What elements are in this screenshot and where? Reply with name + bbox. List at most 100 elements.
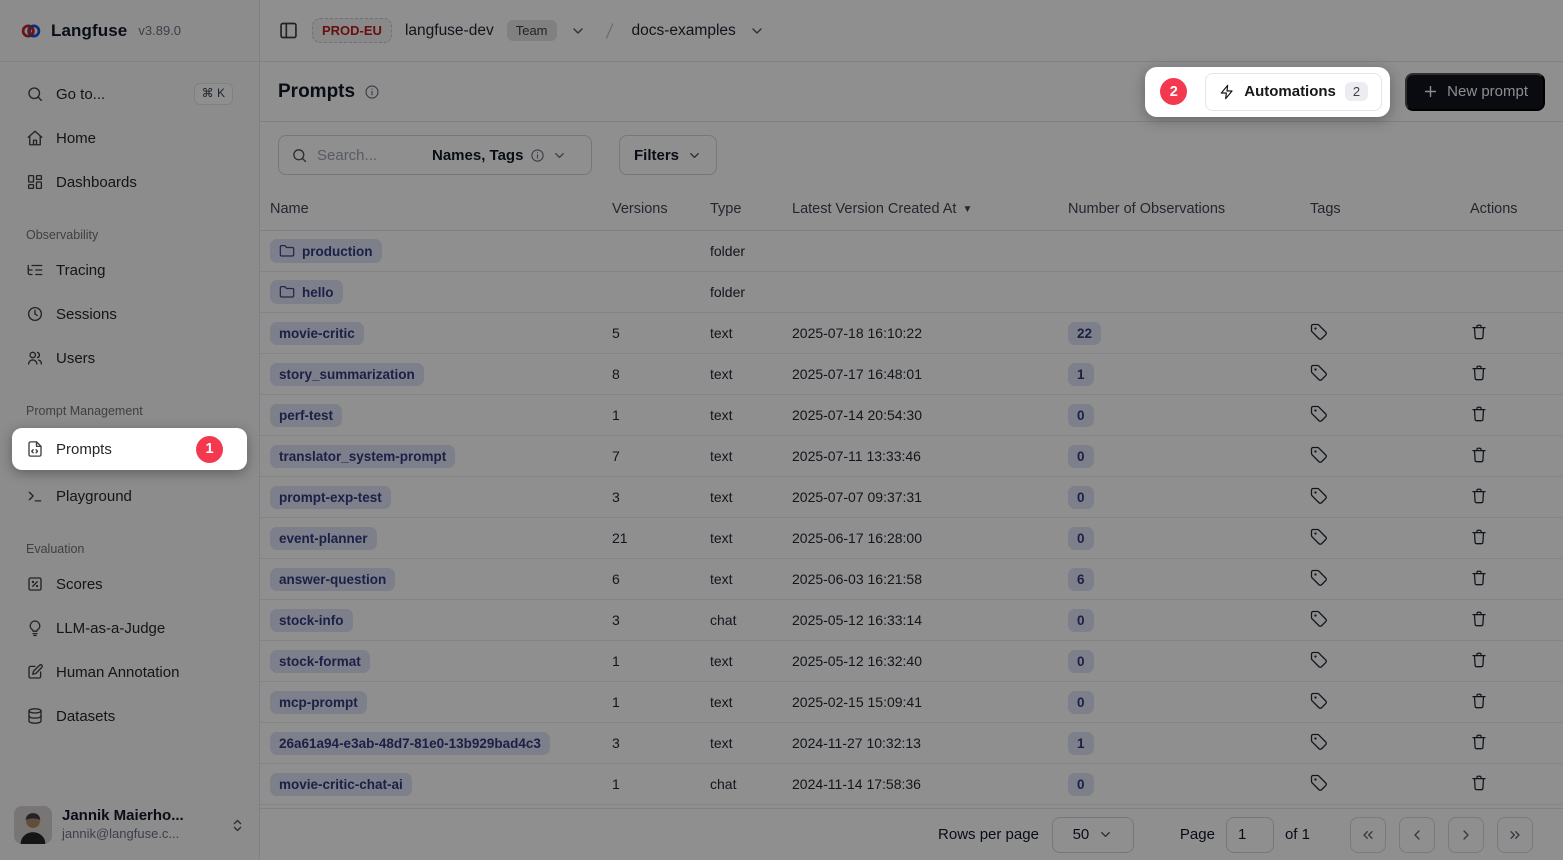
prompt-name-chip[interactable]: movie-critic xyxy=(270,322,364,345)
sidebar-item-users[interactable]: Users xyxy=(16,340,243,376)
trash-icon[interactable] xyxy=(1470,610,1488,628)
table-row[interactable]: movie-critic5text2025-07-18 16:10:2222 xyxy=(260,313,1563,354)
sidebar-item-goto[interactable]: Go to... ⌘ K xyxy=(16,76,243,112)
sidebar-item-sessions[interactable]: Sessions xyxy=(16,296,243,332)
sidebar-item-tracing[interactable]: Tracing xyxy=(16,252,243,288)
prompt-name: mcp-prompt xyxy=(279,695,358,710)
trash-icon[interactable] xyxy=(1470,528,1488,546)
tag-icon[interactable] xyxy=(1310,651,1328,669)
scope-info-icon xyxy=(530,148,545,163)
tag-icon[interactable] xyxy=(1310,692,1328,710)
table-row[interactable]: answer-question6text2025-06-03 16:21:586 xyxy=(260,559,1563,600)
folder-icon xyxy=(279,284,295,300)
prompt-name: story_summarization xyxy=(279,367,415,382)
tag-icon[interactable] xyxy=(1310,405,1328,423)
type-cell: text xyxy=(710,571,792,587)
prompt-name-chip[interactable]: story_summarization xyxy=(270,363,424,386)
search-icon xyxy=(291,147,308,164)
column-header-latest-version[interactable]: Latest Version Created At▼ xyxy=(792,201,1068,217)
trash-icon[interactable] xyxy=(1470,446,1488,464)
goto-label: Go to... xyxy=(56,86,105,103)
table-row[interactable]: event-planner21text2025-06-17 16:28:000 xyxy=(260,518,1563,559)
prompt-name-chip[interactable]: stock-format xyxy=(270,650,370,673)
tag-icon[interactable] xyxy=(1310,733,1328,751)
trash-icon[interactable] xyxy=(1470,364,1488,382)
file-code-icon xyxy=(26,440,44,458)
tags-cell xyxy=(1310,692,1470,713)
next-page-button[interactable] xyxy=(1448,817,1484,853)
table-row[interactable]: translator_system-prompt7text2025-07-11 … xyxy=(260,436,1563,477)
column-header-actions: Actions xyxy=(1470,201,1553,217)
table-row[interactable]: stock-format1text2025-05-12 16:32:400 xyxy=(260,641,1563,682)
org-chevron-down-icon[interactable] xyxy=(570,23,586,39)
prompt-name-chip[interactable]: perf-test xyxy=(270,404,342,427)
filters-button[interactable]: Filters xyxy=(619,135,717,175)
table-row[interactable]: movie-critic-chat-ai1chat2024-11-14 17:5… xyxy=(260,764,1563,805)
table-row[interactable]: hellofolder xyxy=(260,272,1563,313)
sidebar-item-datasets[interactable]: Datasets xyxy=(16,698,243,734)
sidebar-item-human-annotation[interactable]: Human Annotation xyxy=(16,654,243,690)
rows-per-page-select[interactable]: 50 xyxy=(1052,817,1134,853)
tag-icon[interactable] xyxy=(1310,610,1328,628)
name-cell: answer-question xyxy=(270,568,612,591)
automations-button[interactable]: Automations 2 xyxy=(1205,73,1382,111)
table-row[interactable]: perf-test1text2025-07-14 20:54:300 xyxy=(260,395,1563,436)
project-name[interactable]: docs-examples xyxy=(632,22,736,40)
tag-icon[interactable] xyxy=(1310,487,1328,505)
tag-icon[interactable] xyxy=(1310,528,1328,546)
title-info-icon[interactable] xyxy=(364,84,380,100)
trash-icon[interactable] xyxy=(1470,651,1488,669)
tag-icon[interactable] xyxy=(1310,774,1328,792)
table-row[interactable]: 26a61a94-e3ab-48d7-81e0-13b929bad4c33tex… xyxy=(260,723,1563,764)
name-cell: event-planner xyxy=(270,527,612,550)
previous-page-button[interactable] xyxy=(1399,817,1435,853)
prompt-name-chip[interactable]: translator_system-prompt xyxy=(270,445,455,468)
table-row[interactable]: prompt-exp-test3text2025-07-07 09:37:310 xyxy=(260,477,1563,518)
search-scope-selector[interactable]: Names, Tags xyxy=(432,147,567,164)
tag-icon[interactable] xyxy=(1310,569,1328,587)
tag-icon[interactable] xyxy=(1310,446,1328,464)
trash-icon[interactable] xyxy=(1470,774,1488,792)
dashboards-icon xyxy=(26,173,44,191)
sidebar-item-dashboards[interactable]: Dashboards xyxy=(16,164,243,200)
sidebar-item-llm-judge[interactable]: LLM-as-a-Judge xyxy=(16,610,243,646)
table-row[interactable]: productionfolder xyxy=(260,231,1563,272)
trash-icon[interactable] xyxy=(1470,569,1488,587)
sidebar-item-home[interactable]: Home xyxy=(16,120,243,156)
prompt-name-chip[interactable]: stock-info xyxy=(270,609,353,632)
prompt-name-chip[interactable]: event-planner xyxy=(270,527,377,550)
table-row[interactable]: story_summarization8text2025-07-17 16:48… xyxy=(260,354,1563,395)
trash-icon[interactable] xyxy=(1470,733,1488,751)
sidebar-item-scores[interactable]: Scores xyxy=(16,566,243,602)
sidebar-item-prompts[interactable]: Prompts 1 xyxy=(12,428,247,470)
first-page-button[interactable] xyxy=(1350,817,1386,853)
prompt-name-chip[interactable]: prompt-exp-test xyxy=(270,486,391,509)
tag-icon[interactable] xyxy=(1310,364,1328,382)
trash-icon[interactable] xyxy=(1470,323,1488,341)
prompt-name-chip[interactable]: mcp-prompt xyxy=(270,691,367,714)
org-name[interactable]: langfuse-dev xyxy=(405,22,494,40)
trash-icon[interactable] xyxy=(1470,692,1488,710)
prompt-name-chip[interactable]: movie-critic-chat-ai xyxy=(270,773,412,796)
sidebar-toggle-button[interactable] xyxy=(278,20,299,41)
tag-icon[interactable] xyxy=(1310,323,1328,341)
folder-chip[interactable]: production xyxy=(270,239,382,263)
trash-icon[interactable] xyxy=(1470,405,1488,423)
created-at-cell: 2025-06-17 16:28:00 xyxy=(792,530,1068,546)
new-prompt-button[interactable]: New prompt xyxy=(1405,73,1545,111)
sidebar-item-playground[interactable]: Playground xyxy=(16,478,243,514)
lightbulb-icon xyxy=(26,619,44,637)
observations-badge: 1 xyxy=(1068,363,1094,386)
table-row[interactable]: mcp-prompt1text2025-02-15 15:09:410 xyxy=(260,682,1563,723)
prompt-name-chip[interactable]: answer-question xyxy=(270,568,395,591)
observations-cell: 0 xyxy=(1068,609,1310,632)
search-input[interactable] xyxy=(317,147,421,164)
page-number-input[interactable] xyxy=(1226,817,1274,853)
folder-chip[interactable]: hello xyxy=(270,280,343,304)
prompt-name-chip[interactable]: 26a61a94-e3ab-48d7-81e0-13b929bad4c3 xyxy=(270,732,550,755)
project-chevron-down-icon[interactable] xyxy=(749,23,765,39)
table-row[interactable]: stock-info3chat2025-05-12 16:33:140 xyxy=(260,600,1563,641)
user-menu[interactable]: Jannik Maierho... jannik@langfuse.c... xyxy=(0,796,259,860)
last-page-button[interactable] xyxy=(1497,817,1533,853)
trash-icon[interactable] xyxy=(1470,487,1488,505)
